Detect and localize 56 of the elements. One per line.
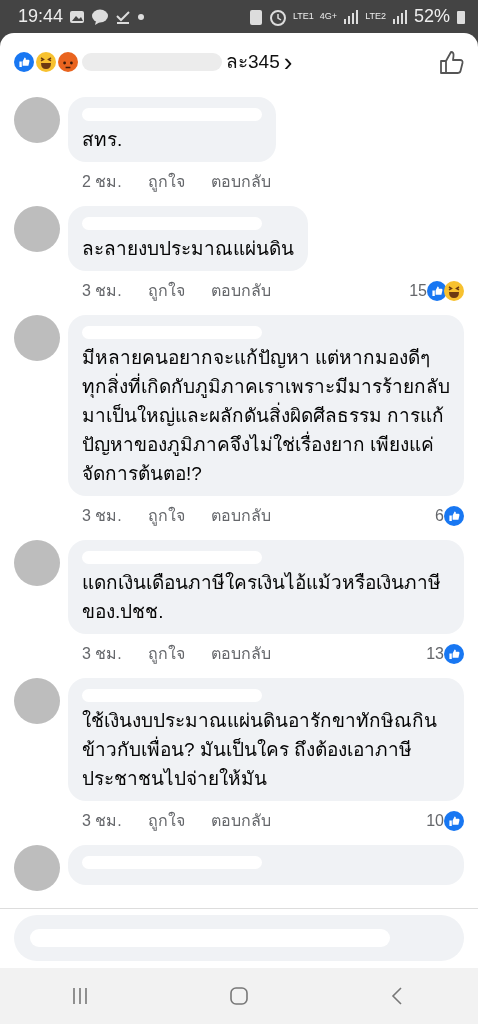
reply-link[interactable]: ตอบกลับ	[210, 170, 271, 194]
comment-time: 3 ชม.	[82, 506, 122, 526]
reactions-summary[interactable]: ละ345	[226, 47, 280, 77]
like-reaction-icon	[444, 644, 464, 664]
comment-text: ใช้เงินงบประมาณแผ่นดินอารักขาทักษิณกินข้าวกับเพื่อน? มันเป็นใคร ถึงต้องเอาภาษีประชาชนไปจ่ายให้มัน	[82, 709, 438, 791]
chevron[interactable]: ›	[283, 49, 293, 75]
comment-time: 3 ชม.	[82, 811, 122, 831]
like-icon[interactable]	[438, 49, 464, 75]
like-reaction-icon	[427, 281, 447, 301]
alarm-icon	[269, 7, 287, 26]
network-label: 4G+	[319, 9, 338, 23]
battery-level: 52%	[413, 5, 450, 28]
reply-link[interactable]: ตอบกลับ	[210, 642, 271, 666]
comment-text: ละลายงบประมาณแผ่นดิน	[82, 237, 294, 261]
like-link[interactable]: ถูกใจ	[147, 642, 185, 666]
reply-link[interactable]: ตอบกลับ	[210, 279, 271, 303]
reaction-count: 13	[426, 644, 444, 664]
angry-reaction-icon	[58, 52, 78, 72]
signal-icon	[391, 8, 408, 25]
like-link[interactable]: ถูกใจ	[147, 170, 185, 194]
comment-text: แดกเงินเดือนภาษีใครเงินไอ้แม้วหรือเงินภาษีของ.ปชช.	[82, 571, 442, 624]
like-reaction-icon	[444, 506, 464, 526]
avatar	[14, 678, 60, 724]
network-label: LTE1	[293, 9, 314, 23]
clock-time: 19:44	[18, 5, 64, 28]
reaction-count: 15	[409, 281, 427, 301]
avatar	[14, 206, 60, 252]
check-icon	[115, 8, 132, 25]
network-label: LTE2	[365, 9, 386, 23]
battery-saver-icon	[249, 7, 263, 26]
laughing-reaction-icon	[36, 52, 56, 72]
reply-link[interactable]: ตอบกลับ	[210, 809, 271, 833]
like-link[interactable]: ถูกใจ	[147, 504, 185, 528]
avatar	[14, 315, 60, 361]
signal-icon	[343, 8, 360, 25]
gallery-icon	[69, 8, 86, 25]
like-link[interactable]: ถูกใจ	[147, 279, 185, 303]
comment-text: สทร.	[82, 128, 124, 152]
avatar	[14, 845, 60, 891]
like-reaction-icon	[14, 52, 34, 72]
comment-time: 3 ชม.	[82, 281, 122, 301]
avatar	[14, 540, 60, 586]
battery-icon	[456, 8, 466, 25]
like-link[interactable]: ถูกใจ	[147, 809, 185, 833]
reply-link[interactable]: ตอบกลับ	[210, 504, 271, 528]
chat-icon	[91, 8, 110, 25]
like-reaction-icon	[444, 811, 464, 831]
reaction-count: 6	[435, 506, 444, 526]
comment-time: 3 ชม.	[82, 644, 122, 664]
comment-text: มีหลายคนอยากจะแก้ปัญหา แต่หากมองดีๆ ทุกสิ่งที่เกิดกับภูมิภาคเราเพราะมีมารร้ายกลับมาเป็นใหญ่และผลักดันสิ่งผิดศีลธรรม การแก้ปัญหาของภูมิภาคจึงไม่ใช่เรื่องยาก เพียงแค่จัดการต้นตอ!?	[82, 346, 450, 486]
avatar	[14, 97, 60, 143]
home-icon[interactable]	[229, 986, 249, 1006]
laughing-reaction-icon	[444, 281, 464, 301]
dot-icon	[137, 12, 146, 21]
comment-time: 2 ชม.	[82, 172, 122, 192]
reaction-count: 10	[426, 811, 444, 831]
